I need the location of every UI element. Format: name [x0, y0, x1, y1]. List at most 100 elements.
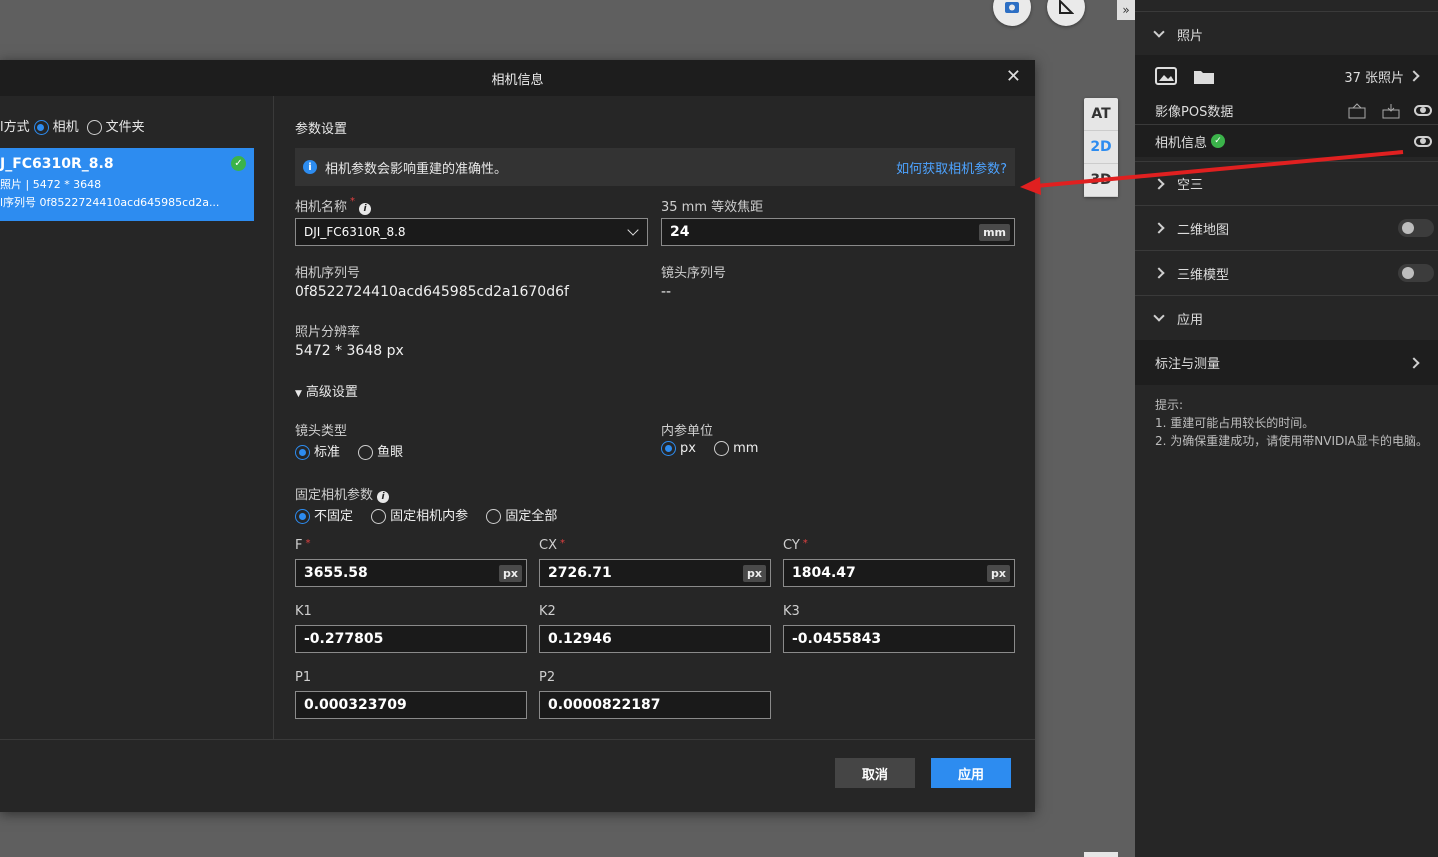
panel-top-strip [1135, 0, 1438, 12]
fix-params-radios: 不固定 固定相机内参 固定全部 [295, 505, 557, 524]
folder-icon[interactable] [1193, 67, 1215, 85]
focal-length-input[interactable]: 24 mm [661, 218, 1015, 246]
annotation-label: 标注与测量 [1155, 357, 1221, 372]
tips-block: 提示: 1. 重建可能占用较长的时间。 2. 为确保重建成功，请使用带NVIDI… [1155, 396, 1428, 450]
radio-not-fixed[interactable]: 不固定 [295, 509, 353, 524]
info-icon[interactable]: i [377, 491, 390, 503]
view-at-button[interactable]: AT [1084, 98, 1118, 131]
camera-info-row[interactable]: 相机信息 ✓ [1135, 124, 1438, 157]
apps-header[interactable]: 应用 [1135, 295, 1438, 340]
lens-type-label: 镜头类型 [295, 424, 348, 439]
apply-button[interactable]: 应用 [931, 758, 1011, 788]
eye-icon[interactable] [1414, 135, 1432, 147]
param-f-input[interactable]: 3655.58 px [295, 559, 527, 587]
2d-map-toggle[interactable] [1398, 219, 1434, 237]
close-icon[interactable]: ✕ [1006, 68, 1021, 86]
label-text: 固定相机参数 [295, 488, 374, 503]
photos-header[interactable]: 照片 [1135, 13, 1438, 55]
pos-export-icon[interactable] [1382, 103, 1400, 119]
image-icon[interactable] [1155, 67, 1177, 85]
view-switcher: AT 2D 3D [1084, 98, 1118, 197]
camera-serial-value: 0f8522724410acd645985cd2a1670d6f [295, 284, 569, 300]
radio-fix-intrinsics[interactable]: 固定相机内参 [371, 509, 468, 524]
lens-serial-value: -- [661, 284, 672, 300]
camera-card-serial: l序列号 0f8522724410acd645985cd2a... [0, 196, 220, 209]
chevron-right-icon [1153, 267, 1165, 279]
param-p1-input[interactable]: 0.000323709 [295, 691, 527, 719]
check-icon: ✓ [1211, 134, 1226, 148]
3d-model-toggle[interactable] [1398, 264, 1434, 282]
section-2d-map[interactable]: 二维地图 [1135, 205, 1438, 250]
param-p1-label: P1 [295, 670, 312, 685]
camera-info-label: 相机信息 [1155, 135, 1208, 151]
param-f-label: F * [295, 538, 310, 553]
tip-line: 1. 重建可能占用较长的时间。 [1155, 416, 1315, 430]
annotation-measure-row[interactable]: 标注与测量 [1135, 340, 1438, 385]
pos-data-row: 影像POS数据 [1135, 97, 1438, 124]
import-mode-row: l方式 相机 文件夹 [0, 116, 145, 135]
info-icon[interactable]: i [359, 203, 372, 215]
advanced-settings-toggle[interactable]: ▼ 高级设置 [295, 381, 358, 400]
input-value: -0.0455843 [792, 631, 882, 647]
section-3d-model[interactable]: 三维模型 [1135, 250, 1438, 295]
tips-title: 提示: [1155, 398, 1184, 412]
pos-data-label: 影像POS数据 [1155, 105, 1234, 120]
param-k3-input[interactable]: -0.0455843 [783, 625, 1015, 653]
radio-px[interactable]: px [661, 441, 696, 456]
chevron-right-icon [1153, 222, 1165, 234]
chevron-right-icon [1408, 356, 1420, 369]
chevron-down-icon [1153, 26, 1165, 38]
intrinsic-unit-radios: px mm [661, 441, 758, 456]
param-k1-input[interactable]: -0.277805 [295, 625, 527, 653]
radio-on-icon [33, 120, 49, 135]
tip-line: 2. 为确保重建成功，请使用带NVIDIA显卡的电脑。 [1155, 434, 1428, 448]
radio-fisheye[interactable]: 鱼眼 [358, 445, 403, 460]
radio-off-icon [358, 445, 374, 460]
help-link[interactable]: 如何获取相机参数? [896, 158, 1007, 177]
section-aerotriangulation[interactable]: 空三 [1135, 161, 1438, 205]
camera-name-select[interactable]: DJI_FC6310R_8.8 [295, 218, 648, 246]
label-text: CY [783, 538, 800, 553]
resolution-value: 5472 * 3648 px [295, 343, 404, 359]
param-p2-input[interactable]: 0.0000822187 [539, 691, 771, 719]
radio-mm[interactable]: mm [714, 441, 758, 456]
radio-label: 文件夹 [105, 120, 145, 135]
input-value: 3655.58 [304, 565, 368, 581]
eye-icon[interactable] [1414, 105, 1432, 116]
required-mark: * [802, 538, 808, 549]
input-value: 24 [670, 224, 690, 240]
pos-import-icon[interactable] [1348, 102, 1366, 119]
param-cx-input[interactable]: 2726.71 px [539, 559, 771, 587]
param-cy-input[interactable]: 1804.47 px [783, 559, 1015, 587]
radio-off-icon [371, 509, 387, 524]
view-3d-button[interactable]: 3D [1084, 164, 1118, 197]
photos-toolbar: 37 张照片 [1135, 55, 1438, 97]
radio-fix-all[interactable]: 固定全部 [486, 509, 557, 524]
collapse-panel-button[interactable]: » [1117, 0, 1135, 20]
radio-standard[interactable]: 标准 [295, 445, 340, 460]
dialog-header: 相机信息 ✕ [0, 60, 1035, 96]
required-mark: * [305, 538, 311, 549]
camera-tool-button[interactable] [993, 0, 1031, 26]
ruler-icon [1059, 0, 1074, 14]
section-title: 参数设置 [295, 122, 348, 137]
measure-tool-button[interactable] [1047, 0, 1085, 26]
photo-count[interactable]: 37 张照片 [1344, 67, 1404, 86]
label-text: 相机名称 [295, 200, 348, 215]
check-icon: ✓ [231, 156, 246, 171]
required-mark: * [559, 538, 565, 549]
input-value: -0.277805 [304, 631, 384, 647]
param-p2-label: P2 [539, 670, 556, 685]
lens-type-radios: 标准 鱼眼 [295, 441, 403, 460]
radio-folder[interactable]: 文件夹 [86, 116, 145, 135]
label-text: F [295, 538, 303, 553]
required-mark: * [350, 196, 356, 207]
camera-card[interactable]: J_FC6310R_8.8 照片 | 5472 * 3648 l序列号 0f85… [0, 148, 254, 221]
section-label: 空三 [1177, 178, 1204, 193]
radio-label: mm [733, 441, 759, 456]
view-2d-button[interactable]: 2D [1084, 131, 1118, 164]
radio-camera[interactable]: 相机 [33, 116, 79, 135]
cancel-button[interactable]: 取消 [835, 758, 915, 788]
right-panel: 照片 37 张照片 影像POS数据 相机信息 ✓ 空三 二维地图 三维模型 应用… [1135, 0, 1438, 857]
param-k2-input[interactable]: 0.12946 [539, 625, 771, 653]
